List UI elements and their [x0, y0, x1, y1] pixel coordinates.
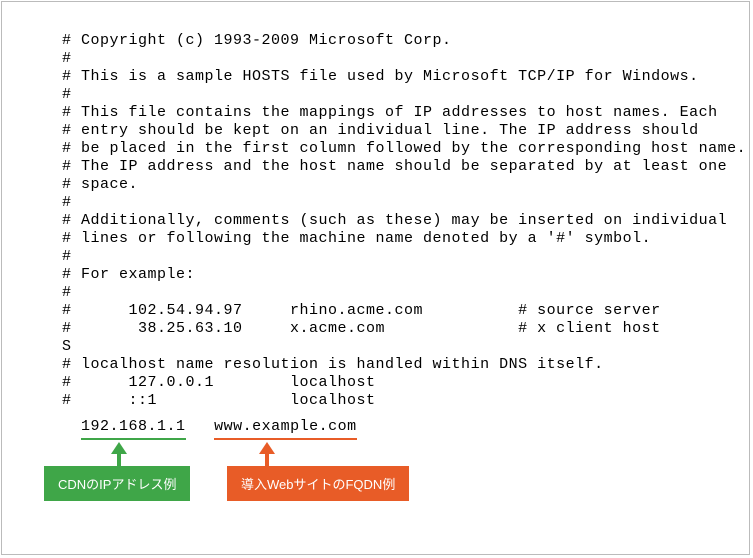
callout-labels: CDNのIPアドレス例 導入WebサイトのFQDN例	[2, 440, 749, 520]
document-frame: # Copyright (c) 1993-2009 Microsoft Corp…	[1, 1, 750, 555]
ip-callout-label: CDNのIPアドレス例	[44, 466, 190, 501]
arrow-stem-orange	[265, 453, 269, 467]
arrow-stem-green	[117, 453, 121, 467]
hosts-file-text: # Copyright (c) 1993-2009 Microsoft Corp…	[62, 32, 689, 410]
example-ip: 192.168.1.1	[81, 418, 186, 440]
fqdn-callout-label: 導入WebサイトのFQDN例	[227, 466, 409, 501]
hosts-file-content: # Copyright (c) 1993-2009 Microsoft Corp…	[2, 2, 749, 410]
example-fqdn: www.example.com	[214, 418, 357, 440]
hosts-entry-row: 192.168.1.1 www.example.com	[2, 410, 749, 440]
